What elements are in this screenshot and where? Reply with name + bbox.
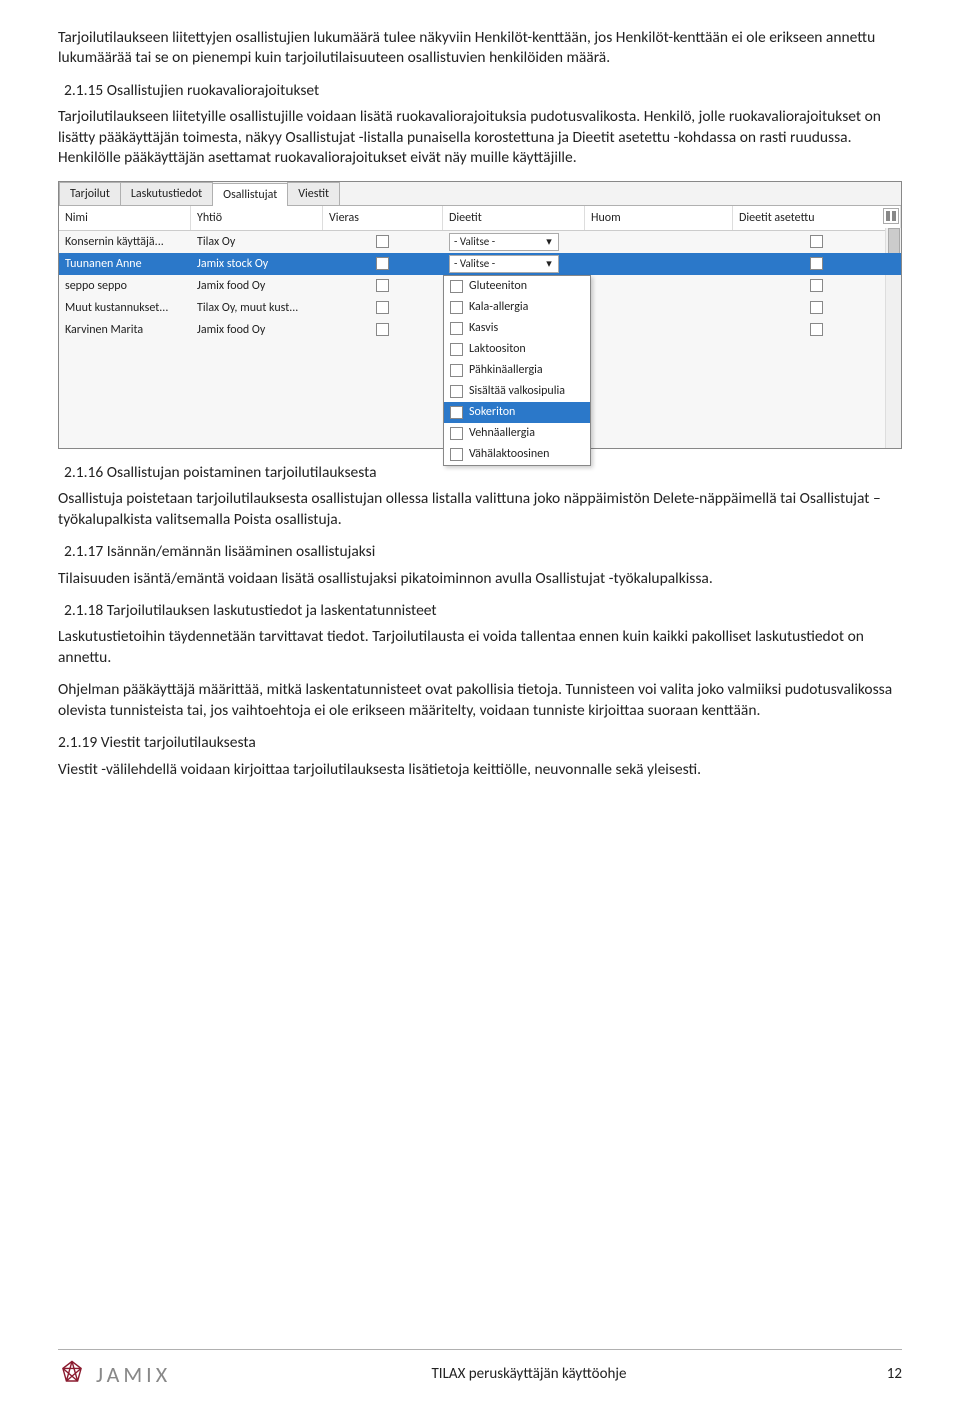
heading-2-1-17: 2.1.17 Isännän/emännän lisääminen osalli… xyxy=(58,542,902,562)
para-2-1-15: Tarjoilutilaukseen liitetyille osallistu… xyxy=(58,107,902,168)
cell-vieras[interactable] xyxy=(323,231,443,253)
cell-nimi: Konsernin käyttäjä... xyxy=(59,231,191,253)
checkbox-icon xyxy=(810,301,823,314)
footer-title: TILAX peruskäyttäjän käyttöohje xyxy=(171,1365,887,1383)
para-2-1-17: Tilaisuuden isäntä/emäntä voidaan lisätä… xyxy=(58,569,902,589)
checkbox-icon xyxy=(450,280,463,293)
col-header-dieetit[interactable]: Dieetit xyxy=(443,206,585,230)
cell-vieras[interactable] xyxy=(323,319,443,341)
checkbox-icon xyxy=(450,322,463,335)
cell-nimi: Tuunanen Anne xyxy=(59,253,191,275)
checkbox-icon xyxy=(376,235,389,248)
tab-viestit[interactable]: Viestit xyxy=(287,182,340,205)
cell-dset xyxy=(733,297,901,319)
grid-header-row: Nimi Yhtiö Vieras Dieetit Huom Dieetit a… xyxy=(59,206,901,231)
checkbox-icon xyxy=(450,343,463,356)
col-header-huom[interactable]: Huom xyxy=(585,206,733,230)
para-2-1-18b: Ohjelman pääkäyttäjä määrittää, mitkä la… xyxy=(58,680,902,721)
para-2-1-16: Osallistuja poistetaan tarjoilutilaukses… xyxy=(58,489,902,530)
checkbox-icon xyxy=(450,301,463,314)
cell-yhtio: Tilax Oy xyxy=(191,231,323,253)
cell-dset xyxy=(733,231,901,253)
col-header-vieras[interactable]: Vieras xyxy=(323,206,443,230)
brand-text: JAMIX xyxy=(96,1361,171,1388)
cell-dieetit[interactable]: - Valitse -▾ xyxy=(443,231,585,253)
dropdown-item[interactable]: Vehnäallergia xyxy=(444,423,590,444)
checkbox-icon xyxy=(376,323,389,336)
heading-2-1-19: 2.1.19 Viestit tarjoilutilauksesta xyxy=(58,733,902,753)
dropdown-item[interactable]: Pähkinäallergia xyxy=(444,360,590,381)
checkbox-icon xyxy=(450,427,463,440)
cell-yhtio: Tilax Oy, muut kust... xyxy=(191,297,323,319)
col-header-yhtio[interactable]: Yhtiö xyxy=(191,206,323,230)
checkbox-icon xyxy=(810,323,823,336)
page-footer: JAMIX TILAX peruskäyttäjän käyttöohje 12 xyxy=(58,1349,902,1388)
checkbox-icon xyxy=(450,448,463,461)
brand-logo: JAMIX xyxy=(58,1360,171,1388)
checkbox-icon xyxy=(810,235,823,248)
cell-vieras[interactable] xyxy=(323,297,443,319)
dropdown-item[interactable]: Kala-allergia xyxy=(444,297,590,318)
dropdown-item[interactable]: Gluteeniton xyxy=(444,276,590,297)
cell-nimi: Karvinen Marita xyxy=(59,319,191,341)
cell-yhtio: Jamix food Oy xyxy=(191,319,323,341)
dropdown-item[interactable]: Laktoositon xyxy=(444,339,590,360)
page-number: 12 xyxy=(887,1365,902,1383)
checkbox-icon xyxy=(450,364,463,377)
tab-tarjoilut[interactable]: Tarjoilut xyxy=(59,182,121,205)
dropdown-item[interactable]: Vähälaktoosinen xyxy=(444,444,590,465)
checkbox-icon xyxy=(810,257,823,270)
grid-body: Konsernin käyttäjä... Tilax Oy - Valitse… xyxy=(59,231,901,341)
para-2-1-18a: Laskutustietoihin täydennetään tarvittav… xyxy=(58,627,902,668)
cell-yhtio: Jamix stock Oy xyxy=(191,253,323,275)
cell-huom[interactable] xyxy=(585,253,733,275)
cell-dset xyxy=(733,275,901,297)
chevron-down-icon: ▾ xyxy=(544,259,554,269)
cell-huom[interactable] xyxy=(585,319,733,341)
cell-huom[interactable] xyxy=(585,275,733,297)
cell-nimi: seppo seppo xyxy=(59,275,191,297)
heading-2-1-16: 2.1.16 Osallistujan poistaminen tarjoilu… xyxy=(58,463,902,483)
checkbox-icon xyxy=(376,279,389,292)
chevron-down-icon: ▾ xyxy=(544,237,554,247)
tab-laskutustiedot[interactable]: Laskutustiedot xyxy=(120,182,213,205)
col-header-dieetit-asetettu[interactable]: Dieetit asetettu xyxy=(733,206,901,230)
cell-vieras[interactable] xyxy=(323,275,443,297)
checkbox-icon xyxy=(450,406,463,419)
checkbox-icon xyxy=(810,279,823,292)
cell-dset xyxy=(733,319,901,341)
table-row[interactable]: Konsernin käyttäjä... Tilax Oy - Valitse… xyxy=(59,231,901,253)
heading-2-1-18: 2.1.18 Tarjoilutilauksen laskutustiedot … xyxy=(58,601,902,621)
grid-columns-button[interactable] xyxy=(883,208,899,224)
dieetit-dropdown[interactable]: Gluteeniton Kala-allergia Kasvis Laktoos… xyxy=(443,275,591,466)
dropdown-item[interactable]: Sokeriton xyxy=(444,402,590,423)
jamix-logo-icon xyxy=(58,1360,86,1388)
checkbox-icon xyxy=(376,257,389,270)
dropdown-item[interactable]: Sisältää valkosipulia xyxy=(444,381,590,402)
intro-paragraph: Tarjoilutilaukseen liitettyjen osallistu… xyxy=(58,28,902,69)
cell-yhtio: Jamix food Oy xyxy=(191,275,323,297)
screenshot-osallistujat-grid: Tarjoilut Laskutustiedot Osallistujat Vi… xyxy=(58,181,902,449)
cell-dset xyxy=(733,253,901,275)
heading-2-1-15: 2.1.15 Osallistujien ruokavaliorajoituks… xyxy=(58,81,902,101)
tab-bar: Tarjoilut Laskutustiedot Osallistujat Vi… xyxy=(59,182,901,206)
checkbox-icon xyxy=(376,301,389,314)
cell-huom[interactable] xyxy=(585,231,733,253)
para-2-1-19: Viestit -välilehdellä voidaan kirjoittaa… xyxy=(58,760,902,780)
col-header-nimi[interactable]: Nimi xyxy=(59,206,191,230)
dropdown-item[interactable]: Kasvis xyxy=(444,318,590,339)
cell-huom[interactable] xyxy=(585,297,733,319)
tab-osallistujat[interactable]: Osallistujat xyxy=(212,183,288,206)
cell-vieras[interactable] xyxy=(323,253,443,275)
cell-dieetit[interactable]: - Valitse -▾ xyxy=(443,253,585,275)
checkbox-icon xyxy=(450,385,463,398)
cell-nimi: Muut kustannukset... xyxy=(59,297,191,319)
table-row[interactable]: Tuunanen Anne Jamix stock Oy - Valitse -… xyxy=(59,253,901,275)
